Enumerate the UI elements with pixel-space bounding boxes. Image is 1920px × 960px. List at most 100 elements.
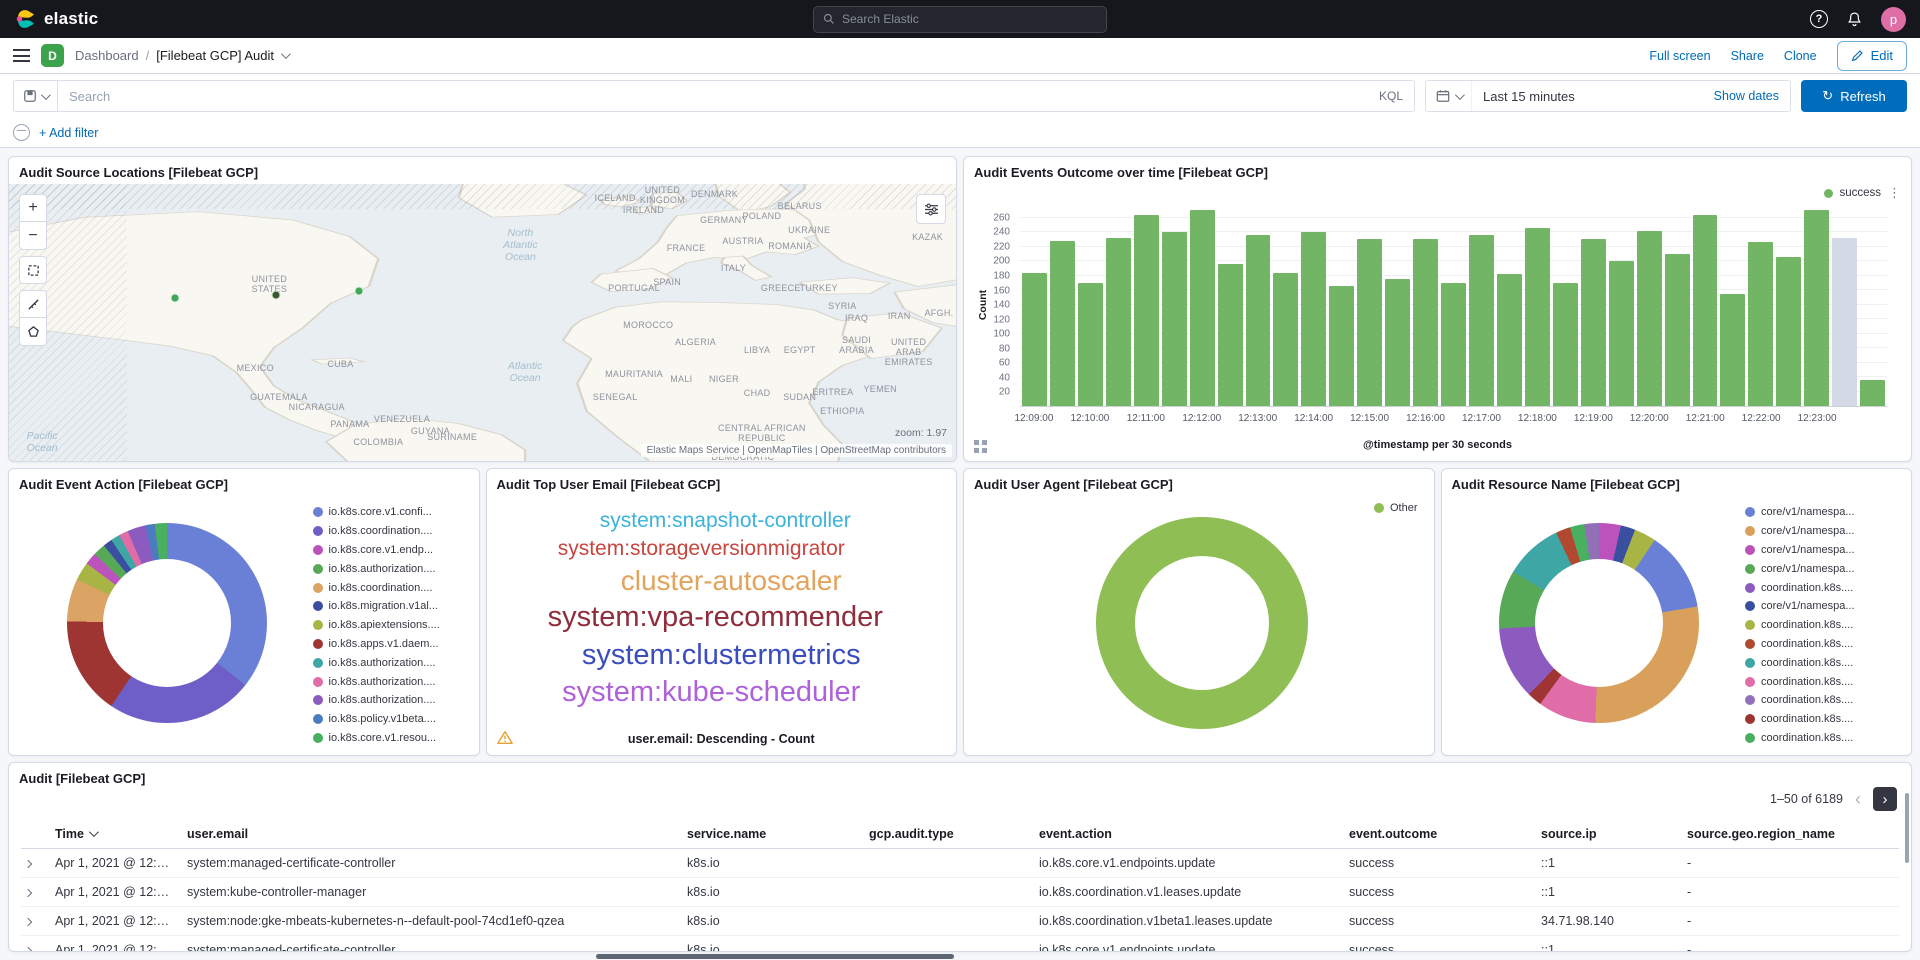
tagcloud-word[interactable]: system:snapshot-controller xyxy=(600,509,851,533)
row-expand-button[interactable] xyxy=(21,943,55,952)
horizontal-scrollbar-thumb[interactable] xyxy=(596,954,954,959)
bar[interactable] xyxy=(1357,239,1382,406)
panel-title[interactable]: Audit [Filebeat GCP] xyxy=(9,763,1911,788)
bar[interactable] xyxy=(1106,238,1131,406)
bar[interactable] xyxy=(1190,210,1215,406)
legend-item[interactable]: io.k8s.migration.v1al... xyxy=(313,597,473,616)
clone-button[interactable]: Clone xyxy=(1784,49,1817,63)
legend-options-icon[interactable]: ⋮ xyxy=(1888,185,1901,201)
legend-item[interactable]: coordination.k8s.... xyxy=(1745,710,1905,729)
bar[interactable] xyxy=(1665,254,1690,406)
bar[interactable] xyxy=(1497,274,1522,406)
bar[interactable] xyxy=(1385,279,1410,406)
chevron-down-icon[interactable] xyxy=(281,49,291,59)
bar[interactable] xyxy=(1134,215,1159,406)
bar[interactable] xyxy=(1748,242,1773,406)
bar[interactable] xyxy=(1776,257,1801,406)
share-button[interactable]: Share xyxy=(1731,49,1764,63)
row-expand-button[interactable] xyxy=(21,914,55,928)
panel-title[interactable]: Audit Resource Name [Filebeat GCP] xyxy=(1442,469,1912,494)
legend-item[interactable]: success xyxy=(1824,187,1881,199)
legend-item[interactable]: core/v1/namespa... xyxy=(1745,503,1905,522)
legend-item[interactable]: core/v1/namespa... xyxy=(1745,541,1905,560)
tagcloud-word[interactable]: system:storageversionmigrator xyxy=(558,537,845,561)
map-marker[interactable] xyxy=(272,290,281,299)
space-badge[interactable]: D xyxy=(41,44,64,67)
bar[interactable] xyxy=(1469,235,1494,406)
bar[interactable] xyxy=(1637,231,1662,406)
notifications-bell-icon[interactable] xyxy=(1846,11,1863,28)
map-marker[interactable] xyxy=(170,293,179,302)
legend-item[interactable]: coordination.k8s.... xyxy=(1745,578,1905,597)
resource-name-donut[interactable] xyxy=(1499,523,1699,723)
set-extent-button[interactable] xyxy=(19,256,47,284)
add-filter-button[interactable]: + Add filter xyxy=(39,126,98,140)
legend-item[interactable]: coordination.k8s.... xyxy=(1745,672,1905,691)
bar[interactable] xyxy=(1720,294,1745,406)
bar[interactable] xyxy=(1804,210,1829,406)
help-icon[interactable]: ? xyxy=(1810,10,1828,28)
bar[interactable] xyxy=(1246,235,1271,406)
legend-item[interactable]: io.k8s.coordination.... xyxy=(313,578,473,597)
legend-item[interactable]: io.k8s.core.v1.endp... xyxy=(313,541,473,560)
bar[interactable] xyxy=(1301,232,1326,406)
event-action-donut[interactable] xyxy=(67,523,267,723)
bar[interactable] xyxy=(1218,264,1243,406)
tagcloud-word[interactable]: cluster-autoscaler xyxy=(621,565,842,597)
column-header[interactable]: source.ip xyxy=(1541,827,1687,841)
kql-search-input[interactable] xyxy=(58,89,1368,104)
menu-hamburger-icon[interactable] xyxy=(13,49,30,62)
row-expand-button[interactable] xyxy=(21,885,55,899)
legend-item[interactable]: coordination.k8s.... xyxy=(1745,691,1905,710)
bar[interactable] xyxy=(1581,239,1606,406)
bar[interactable] xyxy=(1329,286,1354,406)
bar[interactable] xyxy=(1553,283,1578,406)
row-expand-button[interactable] xyxy=(21,856,55,870)
legend-item[interactable]: core/v1/namespa... xyxy=(1745,522,1905,541)
bar[interactable] xyxy=(1832,238,1857,406)
legend-item[interactable]: coordination.k8s.... xyxy=(1745,616,1905,635)
bar[interactable] xyxy=(1413,239,1438,406)
global-search[interactable] xyxy=(813,6,1107,33)
legend-item[interactable]: io.k8s.apiextensions.... xyxy=(313,616,473,635)
legend-item[interactable]: io.k8s.authorization.... xyxy=(313,672,473,691)
bar[interactable] xyxy=(1693,215,1718,406)
time-range-value[interactable]: Last 15 minutes xyxy=(1472,89,1703,104)
user-avatar[interactable]: p xyxy=(1881,7,1906,32)
calendar-button[interactable] xyxy=(1426,81,1472,111)
next-page-button[interactable]: › xyxy=(1873,787,1897,811)
legend-item[interactable]: coordination.k8s.... xyxy=(1745,635,1905,654)
tagcloud-word[interactable]: system:vpa-recommender xyxy=(548,601,883,634)
column-header[interactable]: gcp.audit.type xyxy=(869,827,1039,841)
full-screen-button[interactable]: Full screen xyxy=(1649,49,1710,63)
legend-item[interactable]: io.k8s.authorization.... xyxy=(313,653,473,672)
edit-button[interactable]: Edit xyxy=(1837,41,1907,71)
zoom-out-button[interactable]: − xyxy=(19,222,47,250)
bar[interactable] xyxy=(1022,273,1047,406)
elastic-brand[interactable]: elastic xyxy=(14,8,98,30)
bar[interactable] xyxy=(1273,273,1298,406)
vertical-scrollbar-thumb[interactable] xyxy=(1905,793,1909,863)
legend-item[interactable]: io.k8s.apps.v1.daem... xyxy=(313,635,473,654)
panel-title[interactable]: Audit Source Locations [Filebeat GCP] xyxy=(9,157,956,182)
legend-item[interactable]: io.k8s.coordination.... xyxy=(313,522,473,541)
bar[interactable] xyxy=(1609,261,1634,406)
zoom-in-button[interactable]: + xyxy=(19,194,47,222)
column-header[interactable]: service.name xyxy=(687,827,869,841)
map-marker[interactable] xyxy=(355,286,364,295)
warning-icon[interactable] xyxy=(497,730,513,745)
bar[interactable] xyxy=(1441,283,1466,406)
legend-item[interactable]: coordination.k8s.... xyxy=(1745,729,1905,747)
user-agent-donut[interactable] xyxy=(1096,517,1308,729)
saved-query-button[interactable] xyxy=(14,81,58,111)
map-layers-button[interactable] xyxy=(916,194,946,224)
draw-shape-button[interactable] xyxy=(19,318,47,346)
tagcloud-word[interactable]: system:kube-scheduler xyxy=(562,676,860,709)
legend-item[interactable]: io.k8s.authorization.... xyxy=(313,559,473,578)
legend-item[interactable]: coordination.k8s.... xyxy=(1745,653,1905,672)
column-header[interactable]: Time xyxy=(55,827,187,841)
filter-menu-icon[interactable] xyxy=(13,124,30,141)
column-header[interactable]: source.geo.region_name xyxy=(1687,827,1899,841)
panel-title[interactable]: Audit Events Outcome over time [Filebeat… xyxy=(964,157,1911,182)
map-canvas[interactable]: ICELANDUNITED KINGDOMDENMARKIRELANDBELAR… xyxy=(9,184,956,461)
